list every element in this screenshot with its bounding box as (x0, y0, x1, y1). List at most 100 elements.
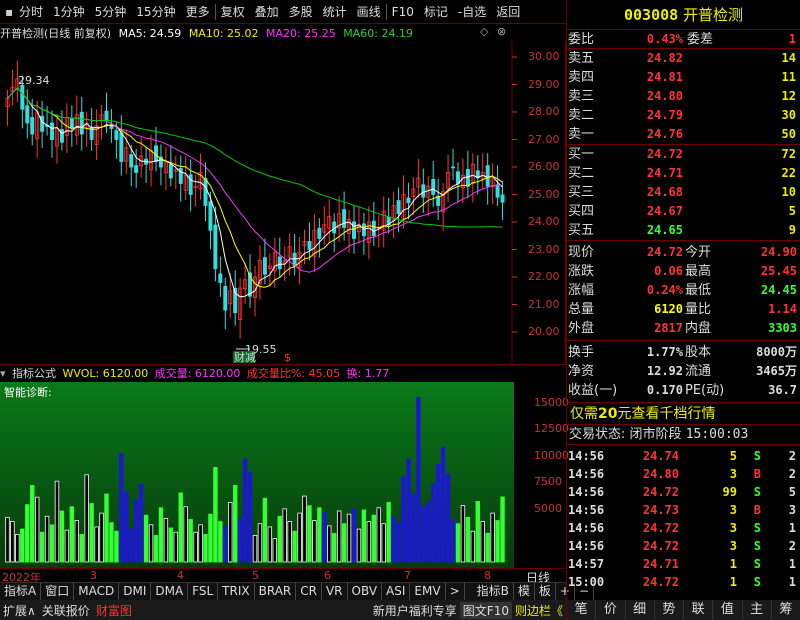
multi-stock-button[interactable]: 多股 (284, 0, 318, 24)
candle (475, 155, 480, 195)
sell-order-row[interactable]: 卖四 24.81 11 (567, 68, 800, 87)
tab-details[interactable]: 细 (626, 600, 655, 620)
candle (149, 134, 154, 187)
tab-asi[interactable]: ASI (382, 583, 411, 600)
mark-button[interactable]: 标记 (419, 0, 453, 24)
buy-order-row[interactable]: 买一 24.72 72 (567, 145, 800, 164)
quote-value: 3465万 (756, 364, 797, 378)
tab-trend[interactable]: 势 (655, 600, 684, 620)
more-button[interactable]: 更多 (181, 0, 215, 24)
trade-time: 14:56 (568, 485, 605, 499)
candle (371, 201, 376, 246)
expand-button[interactable]: 扩展∧ (0, 602, 39, 619)
f10-button[interactable]: 图文F10 (459, 601, 512, 619)
tab-macd[interactable]: MACD (74, 583, 120, 600)
tab-main[interactable]: 主 (743, 600, 772, 620)
indicator-formula-label[interactable]: 指标公式 (12, 367, 56, 380)
tab-cr[interactable]: CR (296, 583, 322, 600)
grid-menu-icon[interactable]: ▪ (0, 0, 14, 24)
chart-title-bar: 开普检测(日线 前复权) MA5: 24.59 MA10: 25.02 MA20… (0, 25, 512, 41)
chart-close-icon[interactable]: ⊗ (497, 25, 506, 38)
buy-order-row[interactable]: 买四 24.67 5 (567, 202, 800, 221)
trade-volume: 1 (729, 557, 737, 571)
quote-row: 现价 24.72 今开 24.90 (567, 243, 800, 262)
date-tick: 6 (324, 569, 331, 582)
indicator-dropdown-icon[interactable]: ▾ (0, 367, 6, 380)
candle (178, 155, 183, 202)
candle (203, 162, 208, 222)
draw-line-button[interactable]: 画线 (352, 0, 386, 24)
trade-count: 1 (788, 575, 796, 589)
quote-row: 涨跌 0.06 最高 25.45 (567, 262, 800, 281)
buy-order-label: 买一 (568, 147, 595, 162)
sell-order-row[interactable]: 卖五 24.82 14 (567, 49, 800, 68)
tab-ticks[interactable]: 笔 (567, 600, 597, 620)
sell-order-row[interactable]: 卖三 24.80 12 (567, 87, 800, 106)
candle (163, 147, 168, 191)
remove-watchlist-button[interactable]: -自选 (453, 0, 491, 24)
quote-value: 6120 (654, 302, 683, 316)
tab-fsl[interactable]: FSL (188, 583, 219, 600)
fortune-map-button[interactable]: 财富图 (93, 602, 135, 619)
buy-order-price: 24.65 (646, 223, 683, 237)
buy-order-row[interactable]: 买三 24.68 10 (567, 183, 800, 202)
tab-template-1[interactable]: 模 (514, 583, 535, 600)
y-tick-label: 24.00 (528, 215, 560, 228)
sell-order-price: 24.81 (646, 70, 683, 84)
stock-code: 003008 (624, 6, 679, 24)
weibi-row: 委比 0.43% 委差 1 (567, 30, 800, 49)
sell-order-label: 卖二 (568, 108, 595, 123)
new-user-welfare-link[interactable]: 新用户福利专享 (370, 602, 460, 619)
trade-count: 3 (788, 503, 796, 517)
quote-label: 总量 (568, 302, 595, 317)
quote-row: 涨幅 0.24% 最低 24.45 (567, 281, 800, 300)
sell-order-price: 24.82 (646, 51, 683, 65)
chart-settings-icon[interactable]: ◇ (480, 25, 488, 38)
candle (99, 104, 104, 140)
tab-brar[interactable]: BRAR (255, 583, 297, 600)
tab-indicator-a[interactable]: 指标A (0, 583, 42, 600)
date-tick: 3 (90, 569, 97, 582)
candle (297, 236, 302, 285)
tab-price[interactable]: 价 (596, 600, 626, 620)
sell-order-price: 24.76 (646, 127, 683, 141)
overlay-button[interactable]: 叠加 (250, 0, 284, 24)
tab-template-2[interactable]: 板 (535, 583, 556, 600)
sell-order-row[interactable]: 卖二 24.79 30 (567, 106, 800, 125)
buy-order-row[interactable]: 买五 24.65 9 (567, 221, 800, 240)
tab-indicator-b[interactable]: 指标B (473, 583, 514, 600)
tab-1min[interactable]: 1分钟 (48, 0, 90, 24)
back-button[interactable]: 返回 (491, 0, 525, 24)
related-quote-button[interactable]: 关联报价 (39, 602, 93, 619)
quote-label: 最低 (685, 283, 712, 298)
tab-emv[interactable]: EMV (410, 583, 446, 600)
candle (158, 144, 163, 186)
quote-row: 换手 1.77% 股本 8000万 (567, 343, 800, 362)
tab-window[interactable]: 窗口 (41, 583, 75, 600)
candle (54, 114, 59, 164)
tab-more[interactable]: > (446, 583, 465, 600)
trade-price: 24.71 (642, 557, 679, 571)
f10-toolbar-button[interactable]: F10 (387, 0, 419, 24)
kline-chart[interactable]: 29.34 19.55 财减 $ 30.00 29.00 28.00 27.00 26.00 2… (0, 41, 566, 364)
sidebar-toggle-button[interactable]: 则边栏《 (512, 602, 566, 619)
sell-order-row[interactable]: 卖一 24.76 50 (567, 125, 800, 144)
buy-order-row[interactable]: 买二 24.71 22 (567, 164, 800, 183)
candle (10, 69, 15, 106)
tab-trix[interactable]: TRIX (218, 583, 255, 600)
tab-intraday[interactable]: 分时 (14, 0, 48, 24)
promo-banner[interactable]: 仅需20元查看千档行情 (567, 403, 800, 425)
tab-dma[interactable]: DMA (151, 583, 189, 600)
tab-related[interactable]: 联 (684, 600, 714, 620)
tab-dmi[interactable]: DMI (119, 583, 152, 600)
tab-5min[interactable]: 5分钟 (90, 0, 132, 24)
event-label[interactable]: 财减 (234, 350, 256, 364)
tab-chips[interactable]: 筹 (772, 600, 800, 620)
restore-rights-button[interactable]: 复权 (216, 0, 250, 24)
tab-15min[interactable]: 15分钟 (131, 0, 180, 24)
tab-value[interactable]: 值 (713, 600, 743, 620)
event-marker[interactable]: $ (284, 351, 291, 364)
statistics-button[interactable]: 统计 (318, 0, 352, 24)
tab-vr[interactable]: VR (322, 583, 348, 600)
tab-obv[interactable]: OBV (348, 583, 383, 600)
